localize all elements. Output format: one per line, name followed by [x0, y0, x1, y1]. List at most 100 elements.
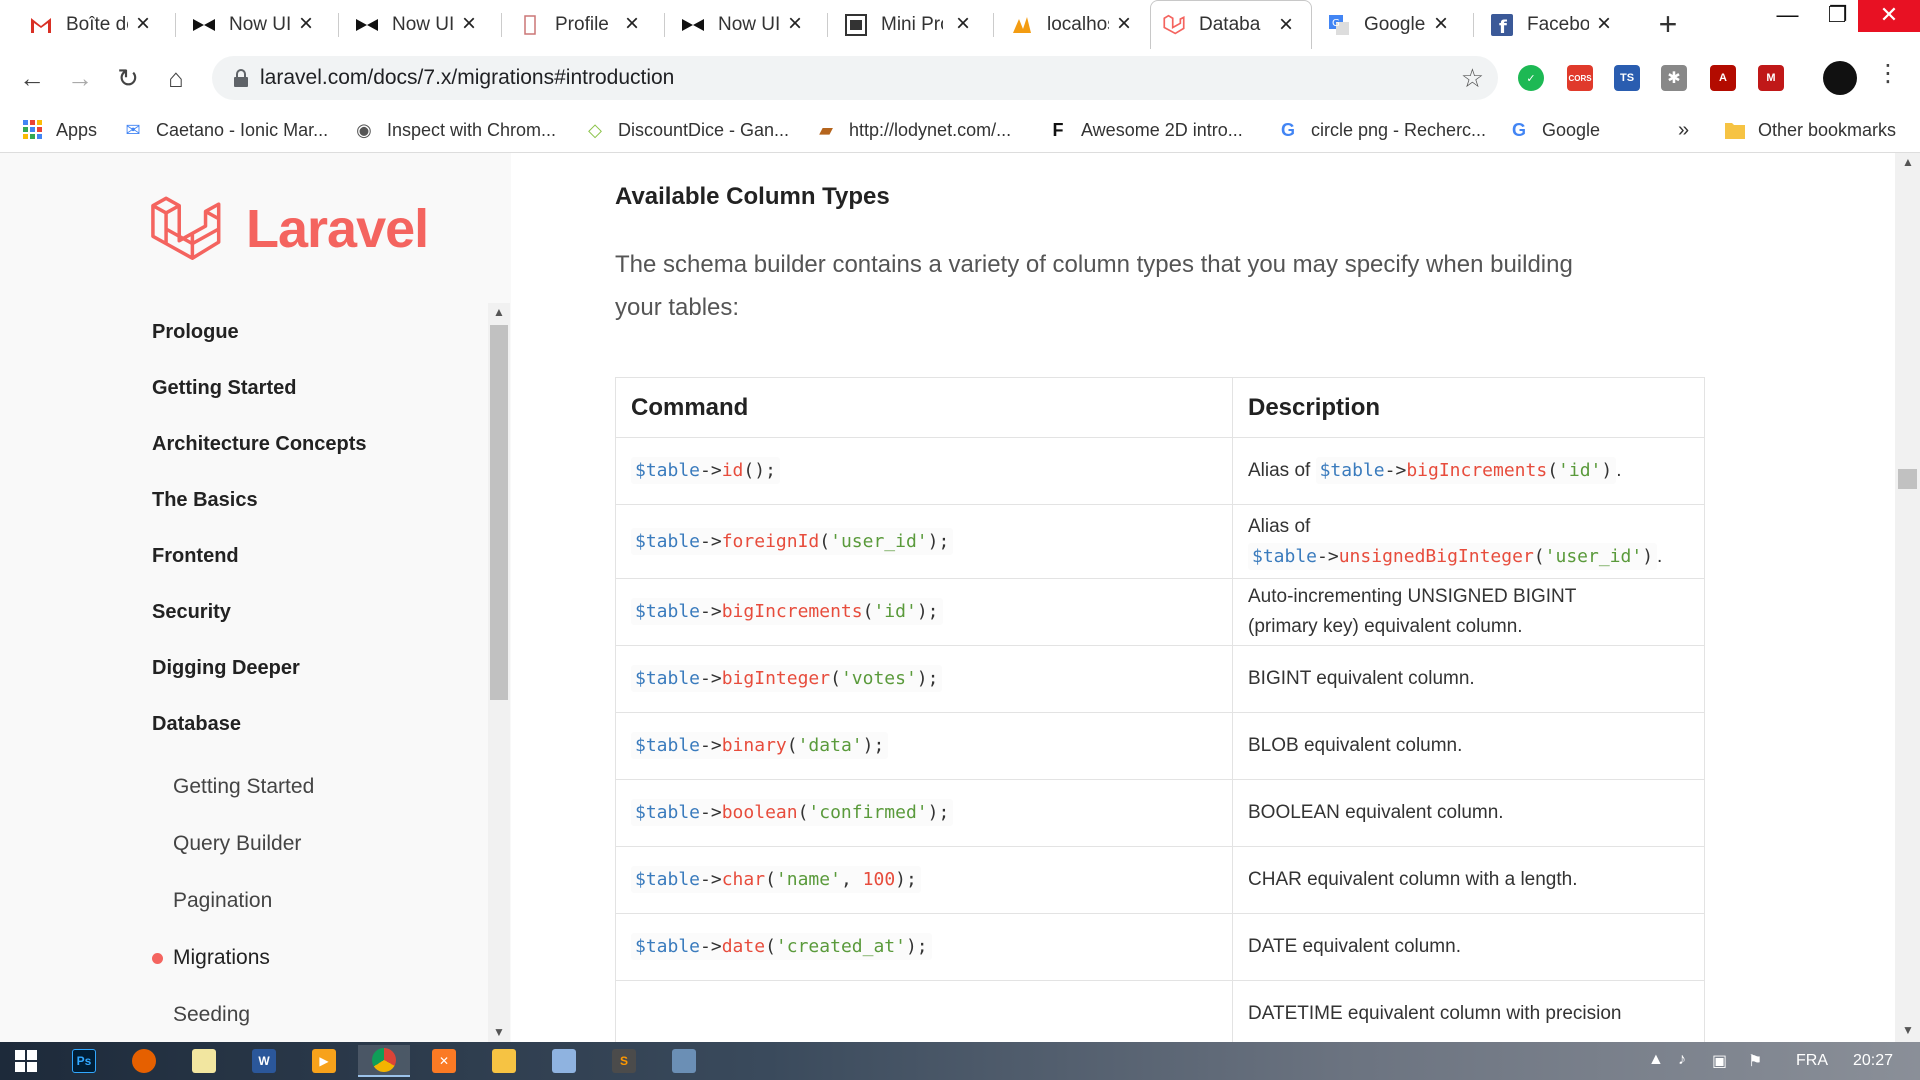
url-text[interactable]: laravel.com/docs/7.x/migrations#introduc… [260, 66, 674, 90]
scroll-up-arrow-icon[interactable]: ▲ [493, 305, 505, 319]
forward-icon[interactable]: → [64, 62, 96, 94]
close-icon[interactable]: × [950, 11, 976, 37]
tray-overflow-icon[interactable]: ▲ [1648, 1051, 1664, 1069]
tab-profile[interactable]: Profile × [507, 0, 657, 49]
tab-mini-pro[interactable]: Mini Pro × [833, 0, 988, 49]
taskbar-firefox[interactable] [118, 1045, 170, 1077]
laravel-icon [1163, 14, 1185, 36]
tab-now-ui-1[interactable]: Now UI × [181, 0, 331, 49]
nav-getting-started[interactable]: Getting Started [152, 377, 296, 400]
taskbar-xampp[interactable]: ✕ [418, 1045, 470, 1077]
network-icon[interactable]: ▣ [1712, 1051, 1727, 1071]
page-scrollbar-thumb[interactable] [1898, 469, 1917, 489]
tab-now-ui-2[interactable]: Now UI × [344, 0, 494, 49]
bookmark-lodynet[interactable]: ▰ http://lodynet.com/... [815, 117, 1011, 143]
phpmyadmin-icon [1011, 14, 1033, 36]
check-extension-icon[interactable]: ✓ [1518, 65, 1544, 91]
tab-gmail[interactable]: Boîte de × [18, 0, 168, 49]
restore-icon[interactable]: ❐ [1810, 0, 1865, 30]
cors-extension-icon[interactable]: CORS [1567, 65, 1593, 91]
menu-dots-icon[interactable]: ⋮ [1876, 59, 1900, 88]
tab-facebook[interactable]: f Faceboo × [1479, 0, 1629, 49]
close-icon[interactable]: × [293, 11, 319, 37]
close-icon[interactable]: × [1273, 12, 1299, 38]
bookmark-google[interactable]: G Google [1508, 117, 1600, 143]
nav-prologue[interactable]: Prologue [152, 321, 239, 344]
other-bookmarks[interactable]: Other bookmarks [1724, 117, 1896, 143]
volume-icon[interactable]: ♪ [1678, 1051, 1686, 1069]
bookmark-apps[interactable]: Apps [22, 117, 97, 143]
laravel-logo[interactable]: Laravel [150, 191, 429, 267]
close-icon[interactable]: × [1428, 11, 1454, 37]
home-icon[interactable]: ⌂ [160, 62, 192, 94]
tab-localhost[interactable]: localhos × [999, 0, 1149, 49]
nav-sub-pagination[interactable]: Pagination [173, 889, 272, 913]
nav-sub-seeding[interactable]: Seeding [173, 1003, 250, 1027]
taskbar-file-explorer[interactable] [478, 1045, 530, 1077]
nav-sub-query-builder[interactable]: Query Builder [173, 832, 301, 856]
bookmark-caetano[interactable]: ✉ Caetano - Ionic Mar... [122, 117, 328, 143]
action-center-flag-icon[interactable]: ⚑ [1748, 1051, 1762, 1071]
window-close-icon[interactable]: ✕ [1858, 0, 1920, 32]
minimize-icon[interactable]: — [1760, 0, 1815, 30]
avatar[interactable] [1823, 61, 1857, 95]
bookmark-discountdice[interactable]: ◇ DiscountDice - Gan... [584, 117, 789, 143]
back-icon[interactable]: ← [16, 62, 48, 94]
ts-extension-icon[interactable]: TS [1614, 65, 1640, 91]
taskbar-photoshop[interactable]: Ps [58, 1045, 110, 1077]
table-row: $table->bigIncrements('id'); Auto-increme… [615, 578, 1705, 646]
scroll-up-arrow-icon[interactable]: ▲ [1902, 155, 1914, 169]
close-icon[interactable]: × [1591, 11, 1617, 37]
taskbar-word[interactable]: W [238, 1045, 290, 1077]
system-clock[interactable]: 20:27 [1853, 1052, 1893, 1070]
close-icon[interactable]: × [619, 11, 645, 37]
close-icon[interactable]: × [782, 11, 808, 37]
close-icon[interactable]: × [456, 11, 482, 37]
taskbar-window-app[interactable] [658, 1045, 710, 1077]
reload-icon[interactable]: ↻ [112, 62, 144, 94]
input-language[interactable]: FRA [1796, 1052, 1828, 1070]
inline-code: $table->unsignedBigInteger('user_id') [1248, 542, 1658, 570]
nav-the-basics[interactable]: The Basics [152, 489, 258, 512]
code-token: 'confirmed' [808, 802, 928, 823]
command-cell: $table->bigInteger('votes'); [615, 645, 1233, 713]
nav-security[interactable]: Security [152, 601, 231, 624]
new-tab-button[interactable]: + [1651, 8, 1685, 42]
settings-extension-icon[interactable]: ✱ [1661, 65, 1687, 91]
mcafee-extension-icon[interactable]: M [1758, 65, 1784, 91]
close-icon[interactable]: × [1111, 11, 1137, 37]
tab-title: Profile [555, 13, 609, 35]
close-icon[interactable]: × [130, 11, 156, 37]
bookmark-star-icon[interactable]: ☆ [1461, 63, 1484, 94]
taskbar-chrome[interactable] [358, 1045, 410, 1077]
bookmarks-overflow-button[interactable]: » [1678, 117, 1689, 143]
taskbar-sublime[interactable]: S [598, 1045, 650, 1077]
taskbar-paint[interactable] [538, 1045, 590, 1077]
nav-sub-getting-started[interactable]: Getting Started [173, 775, 314, 799]
bookmark-inspect[interactable]: ◉ Inspect with Chrom... [353, 117, 556, 143]
command-cell: $table->char('name', 100); [615, 846, 1233, 914]
nav-database[interactable]: Database [152, 713, 241, 736]
nav-digging-deeper[interactable]: Digging Deeper [152, 657, 300, 680]
nav-frontend[interactable]: Frontend [152, 545, 239, 568]
nav-sub-migrations[interactable]: Migrations [173, 946, 270, 970]
nav-architecture-concepts[interactable]: Architecture Concepts [152, 433, 367, 456]
taskbar-notepad[interactable] [178, 1045, 230, 1077]
scroll-down-arrow-icon[interactable]: ▼ [493, 1025, 505, 1039]
sidebar-scrollbar[interactable]: ▲ ▼ [488, 303, 510, 1042]
tab-separator [1473, 13, 1474, 37]
tab-database[interactable]: Databas × [1150, 0, 1312, 49]
page-scrollbar[interactable]: ▲ ▼ [1895, 153, 1920, 1042]
code-token: 'data' [797, 735, 863, 756]
pdf-extension-icon[interactable]: A [1710, 65, 1736, 91]
taskbar-media-player[interactable]: ▶ [298, 1045, 350, 1077]
tab-now-ui-3[interactable]: Now UI × [670, 0, 820, 49]
bookmark-circle-png[interactable]: G circle png - Recherc... [1277, 117, 1486, 143]
command-cell: $table->foreignId('user_id'); [615, 504, 1233, 579]
bookmark-awesome-2d[interactable]: F Awesome 2D intro... [1047, 117, 1243, 143]
tab-google-translate[interactable]: G Google × [1316, 0, 1466, 49]
omnibox[interactable]: laravel.com/docs/7.x/migrations#introduc… [212, 56, 1498, 100]
scroll-down-arrow-icon[interactable]: ▼ [1902, 1023, 1914, 1037]
start-button[interactable] [0, 1045, 52, 1077]
sidebar-scrollbar-thumb[interactable] [490, 325, 508, 700]
